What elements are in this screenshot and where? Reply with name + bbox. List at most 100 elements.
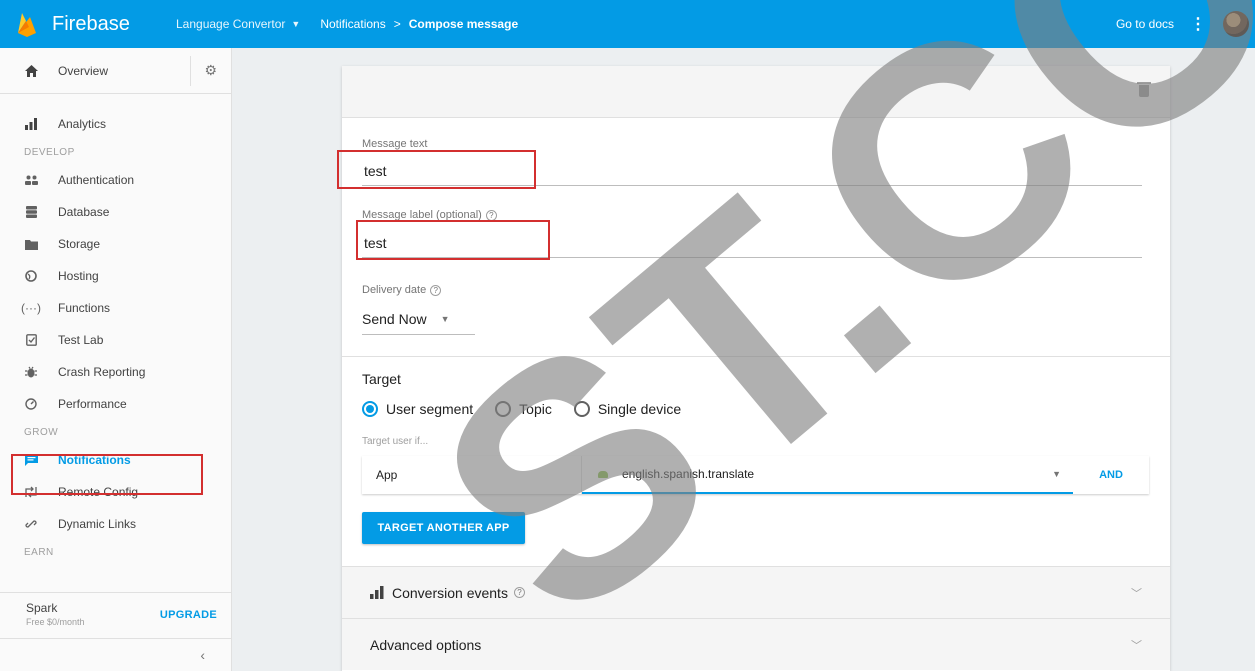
- condition-key[interactable]: App: [362, 456, 582, 494]
- radio-unselected-icon: [495, 401, 512, 417]
- delivery-date-value: Send Now: [362, 310, 427, 327]
- radio-user-segment[interactable]: User segment: [362, 401, 473, 417]
- target-title: Target: [362, 371, 401, 387]
- chevron-down-icon: ﹀: [1131, 639, 1142, 652]
- sidebar-item-overview[interactable]: Overview: [0, 55, 190, 87]
- help-icon[interactable]: ?: [430, 284, 442, 296]
- sidebar-item-label: Crash Reporting: [58, 365, 146, 379]
- section-grow: GROW: [24, 426, 59, 438]
- plan-panel: Spark Free $0/month UPGRADE: [0, 592, 231, 638]
- conversion-events-expander[interactable]: Conversion events ? ﹀: [342, 566, 1170, 618]
- compose-message-card: Message text Message label (optional) ? …: [337, 66, 1170, 671]
- radio-label: User segment: [386, 401, 474, 417]
- chevron-right-icon: >: [393, 17, 401, 31]
- android-icon: [598, 470, 608, 478]
- sidebar-item-performance[interactable]: Performance: [0, 388, 231, 420]
- sidebar-item-label: Authentication: [58, 173, 135, 187]
- divider: [342, 356, 1170, 357]
- highlight-box-message-text: [337, 150, 536, 189]
- radio-selected-icon: [362, 401, 378, 417]
- help-icon[interactable]: ?: [513, 587, 525, 598]
- bar-chart-icon: [24, 117, 38, 131]
- highlight-box-message-label: [356, 220, 550, 260]
- condition-value: english.spanish.translate: [622, 467, 755, 481]
- top-app-bar: Firebase Language Convertor ▼ Notificati…: [0, 0, 1255, 48]
- condition-app-select[interactable]: english.spanish.translate ▼: [582, 456, 1073, 494]
- advanced-options-label: Advanced options: [370, 636, 482, 653]
- sidebar-item-authentication[interactable]: Authentication: [0, 164, 231, 196]
- sidebar-item-label: Hosting: [58, 269, 99, 283]
- sidebar-item-label: Storage: [58, 237, 101, 251]
- sidebar-item-label: Analytics: [58, 117, 107, 131]
- sidebar: Overview ⚙ Analytics DEVELOP Authenticat…: [0, 48, 232, 671]
- advanced-options-expander[interactable]: Advanced options ﹀: [342, 618, 1170, 670]
- target-radio-group: User segment Topic Single device: [362, 401, 703, 417]
- target-condition-row: App english.spanish.translate ▼ AND: [362, 456, 1149, 494]
- project-selector[interactable]: Language Convertor ▼: [176, 17, 300, 31]
- go-to-docs-link[interactable]: Go to docs: [1116, 17, 1174, 31]
- trash-icon[interactable]: [1137, 82, 1151, 97]
- bar-chart-icon: [370, 586, 384, 599]
- sidebar-item-label: Dynamic Links: [58, 517, 137, 531]
- sidebar-item-label: Database: [58, 205, 110, 219]
- link-icon: [24, 517, 38, 531]
- breadcrumb: Notifications > Compose message: [320, 17, 518, 31]
- radio-unselected-icon: [573, 401, 590, 417]
- sidebar-item-label: Overview: [58, 63, 109, 78]
- firebase-logo-icon[interactable]: [16, 11, 38, 37]
- section-earn: EARN: [24, 546, 54, 558]
- functions-icon: (···): [21, 301, 41, 315]
- caret-down-icon: ▼: [440, 313, 450, 324]
- radio-single-device[interactable]: Single device: [573, 401, 682, 417]
- highlight-box-notifications: [11, 454, 203, 495]
- sidebar-item-database[interactable]: Database: [0, 196, 231, 228]
- more-vert-icon[interactable]: ⋮: [1190, 14, 1207, 34]
- breadcrumb-notifications[interactable]: Notifications: [320, 17, 385, 31]
- delivery-date-label-text: Delivery date: [362, 284, 427, 296]
- sidebar-item-storage[interactable]: Storage: [0, 228, 231, 260]
- radio-label: Single device: [597, 401, 682, 417]
- home-icon: [24, 64, 38, 78]
- chevron-down-icon: ﹀: [1131, 587, 1142, 600]
- caret-down-icon: ▼: [1052, 469, 1061, 479]
- speedometer-icon: [24, 397, 38, 411]
- people-icon: [24, 173, 38, 187]
- message-text-label: Message text: [362, 138, 427, 150]
- sidebar-item-crash-reporting[interactable]: Crash Reporting: [0, 356, 231, 388]
- test-lab-icon: [24, 333, 38, 347]
- chevron-left-icon: ‹: [200, 647, 205, 663]
- delivery-date-select[interactable]: Send Now ▼: [362, 303, 475, 335]
- sidebar-item-hosting[interactable]: Hosting: [0, 260, 231, 292]
- sidebar-item-analytics[interactable]: Analytics: [0, 108, 231, 140]
- project-name: Language Convertor: [176, 17, 286, 31]
- conversion-events-label: Conversion events: [392, 584, 508, 601]
- caret-down-icon: ▼: [291, 19, 301, 29]
- section-develop: DEVELOP: [24, 146, 75, 158]
- bug-icon: [24, 365, 38, 379]
- upgrade-button[interactable]: UPGRADE: [160, 609, 217, 621]
- brand-name[interactable]: Firebase: [52, 13, 158, 36]
- target-user-if-label: Target user if...: [362, 436, 429, 447]
- globe-icon: [24, 269, 38, 283]
- radio-label: Topic: [519, 401, 552, 417]
- collapse-sidebar-button[interactable]: ‹: [0, 638, 231, 671]
- sidebar-item-dynamic-links[interactable]: Dynamic Links: [0, 508, 231, 540]
- sidebar-item-functions[interactable]: (···) Functions: [0, 292, 231, 324]
- help-icon[interactable]: ?: [485, 209, 497, 221]
- sidebar-item-label: Functions: [58, 301, 111, 315]
- sidebar-overview-row: Overview ⚙: [0, 48, 231, 94]
- radio-topic[interactable]: Topic: [495, 401, 552, 417]
- message-text-label-text: Message text: [362, 138, 428, 150]
- database-icon: [24, 205, 38, 219]
- delivery-date-label: Delivery date ?: [362, 284, 442, 296]
- gear-icon[interactable]: ⚙: [204, 62, 217, 79]
- sidebar-item-test-lab[interactable]: Test Lab: [0, 324, 231, 356]
- and-button[interactable]: AND: [1073, 456, 1149, 494]
- avatar[interactable]: [1223, 11, 1249, 37]
- divider: [190, 56, 191, 86]
- target-another-app-button[interactable]: TARGET ANOTHER APP: [362, 512, 525, 544]
- sidebar-item-label: Performance: [58, 397, 127, 411]
- breadcrumb-compose-message: Compose message: [408, 17, 519, 31]
- card-header: [342, 66, 1170, 118]
- folder-icon: [24, 237, 38, 251]
